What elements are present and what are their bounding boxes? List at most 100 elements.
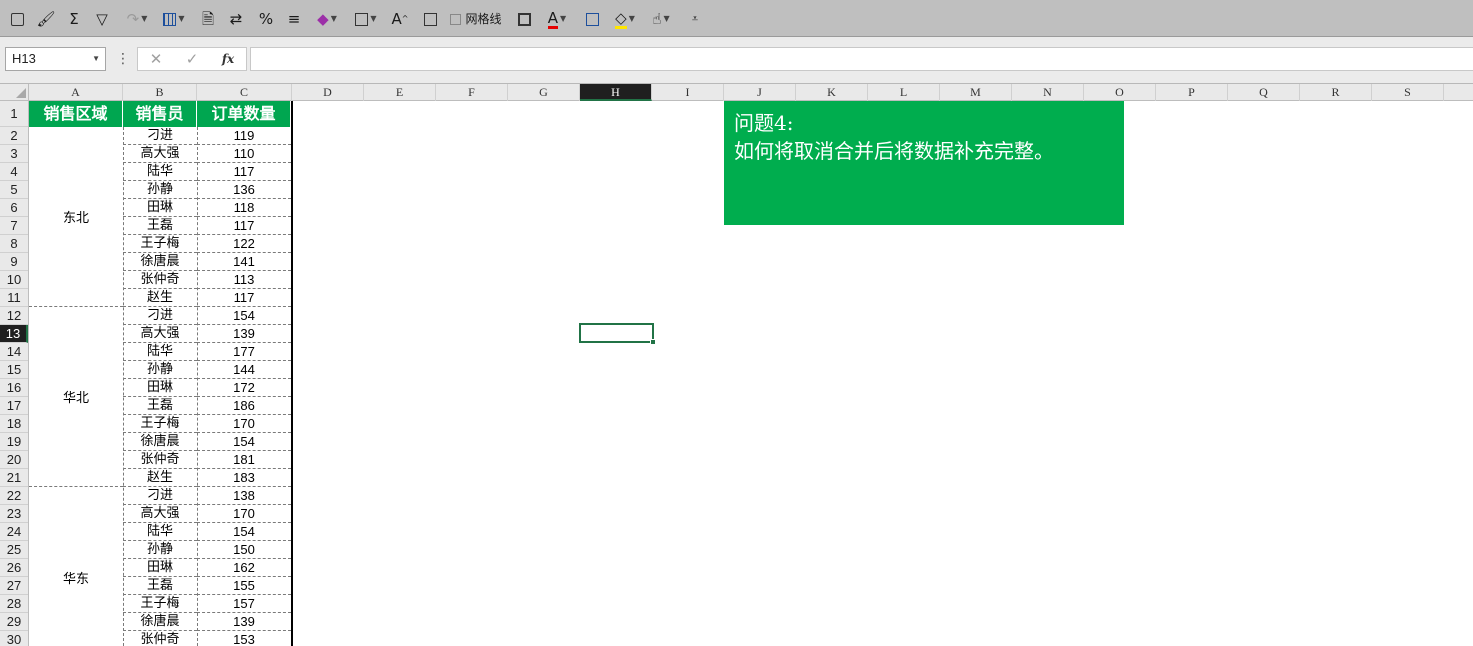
row-header-17[interactable]: 17 xyxy=(0,397,28,415)
order-count-cell[interactable]: 117 xyxy=(197,289,291,307)
order-count-cell[interactable]: 113 xyxy=(197,271,291,289)
filter-icon[interactable]: ▽ xyxy=(92,9,112,29)
row-header-11[interactable]: 11 xyxy=(0,289,28,307)
row-header-28[interactable]: 28 xyxy=(0,595,28,613)
salesperson-cell[interactable]: 高大强 xyxy=(123,325,197,343)
salesperson-cell[interactable]: 王子梅 xyxy=(123,595,197,613)
order-count-cell[interactable]: 154 xyxy=(197,433,291,451)
column-header-g[interactable]: G xyxy=(508,84,580,101)
row-header-2[interactable]: 2 xyxy=(0,127,28,145)
order-count-cell[interactable]: 136 xyxy=(197,181,291,199)
select-all-button[interactable] xyxy=(0,84,29,101)
order-count-cell[interactable]: 172 xyxy=(197,379,291,397)
sum-icon[interactable]: Σ xyxy=(64,9,84,29)
salesperson-cell[interactable]: 田琳 xyxy=(123,199,197,217)
order-count-cell[interactable]: 117 xyxy=(197,217,291,235)
name-box[interactable]: H13 ▼ xyxy=(5,47,106,71)
column-header-b[interactable]: B xyxy=(123,84,197,101)
salesperson-cell[interactable]: 王子梅 xyxy=(123,235,197,253)
borders-icon[interactable]: ▼ xyxy=(158,9,190,29)
order-count-cell[interactable]: 118 xyxy=(197,199,291,217)
row-header-14[interactable]: 14 xyxy=(0,343,28,361)
gridlines-toggle[interactable]: 网格线 xyxy=(446,9,506,29)
column-header-h[interactable]: H xyxy=(580,84,652,101)
salesperson-cell[interactable]: 孙静 xyxy=(123,361,197,379)
cell-border-icon[interactable] xyxy=(514,9,534,29)
order-count-cell[interactable]: 153 xyxy=(197,631,291,646)
cell-area[interactable]: 销售区域 销售员 订单数量 东北 华北 华东 刁进 119 高大强 110 陆华 117 孙… xyxy=(29,101,1473,646)
region-cell-east[interactable]: 华东 xyxy=(29,487,123,646)
row-header-16[interactable]: 16 xyxy=(0,379,28,397)
column-header-j[interactable]: J xyxy=(724,84,796,101)
row-header-13[interactable]: 13 xyxy=(0,325,28,343)
salesperson-cell[interactable]: 张仲奇 xyxy=(123,631,197,646)
fill-color-icon[interactable]: ◇ ▼ xyxy=(610,9,640,29)
order-count-cell[interactable]: 122 xyxy=(197,235,291,253)
row-header-21[interactable]: 21 xyxy=(0,469,28,487)
row-header-5[interactable]: 5 xyxy=(0,181,28,199)
salesperson-cell[interactable]: 赵生 xyxy=(123,469,197,487)
region-cell-north[interactable]: 华北 xyxy=(29,307,123,487)
salesperson-cell[interactable]: 高大强 xyxy=(123,505,197,523)
order-count-cell[interactable]: 139 xyxy=(197,613,291,631)
order-count-cell[interactable]: 181 xyxy=(197,451,291,469)
row-header-6[interactable]: 6 xyxy=(0,199,28,217)
column-header-q[interactable]: Q xyxy=(1228,84,1300,101)
region-cell-northeast[interactable]: 东北 xyxy=(29,127,123,307)
salesperson-cell[interactable]: 赵生 xyxy=(123,289,197,307)
header-cell-region[interactable]: 销售区域 xyxy=(29,101,123,127)
order-count-cell[interactable]: 139 xyxy=(197,325,291,343)
column-header-o[interactable]: O xyxy=(1084,84,1156,101)
row-header-22[interactable]: 22 xyxy=(0,487,28,505)
align-icon[interactable]: ≡ xyxy=(284,9,304,29)
salesperson-cell[interactable]: 徐唐晨 xyxy=(123,433,197,451)
fill-down-icon[interactable]: ▼ xyxy=(350,9,382,29)
column-header-k[interactable]: K xyxy=(796,84,868,101)
order-count-cell[interactable]: 144 xyxy=(197,361,291,379)
column-header-e[interactable]: E xyxy=(364,84,436,101)
column-header-r[interactable]: R xyxy=(1300,84,1372,101)
touch-mode-icon[interactable]: ☝ ▼ xyxy=(646,9,676,29)
column-header-d[interactable]: D xyxy=(292,84,364,101)
salesperson-cell[interactable]: 陆华 xyxy=(123,343,197,361)
row-header-15[interactable]: 15 xyxy=(0,361,28,379)
salesperson-cell[interactable]: 高大强 xyxy=(123,145,197,163)
formula-input[interactable] xyxy=(250,47,1473,71)
eraser-icon[interactable]: ◆ ▼ xyxy=(312,9,342,29)
order-count-cell[interactable]: 186 xyxy=(197,397,291,415)
header-cell-order-count[interactable]: 订单数量 xyxy=(197,101,291,127)
font-size-icon[interactable]: A ^ xyxy=(390,9,410,29)
order-count-cell[interactable]: 157 xyxy=(197,595,291,613)
salesperson-cell[interactable]: 王子梅 xyxy=(123,415,197,433)
order-count-cell[interactable]: 141 xyxy=(197,253,291,271)
font-color-icon[interactable]: A ▼ xyxy=(542,9,572,29)
row-header-7[interactable]: 7 xyxy=(0,217,28,235)
order-count-cell[interactable]: 110 xyxy=(197,145,291,163)
convert-icon[interactable]: ⇄ xyxy=(226,9,246,29)
row-header-25[interactable]: 25 xyxy=(0,541,28,559)
row-header-1[interactable]: 1 xyxy=(0,101,28,127)
row-header-19[interactable]: 19 xyxy=(0,433,28,451)
salesperson-cell[interactable]: 王磊 xyxy=(123,577,197,595)
order-count-cell[interactable]: 138 xyxy=(197,487,291,505)
column-header-n[interactable]: N xyxy=(1012,84,1084,101)
order-count-cell[interactable]: 155 xyxy=(197,577,291,595)
formula-bar-separator[interactable]: ⋮ xyxy=(116,50,130,68)
format-painter-icon[interactable]: 🖌 xyxy=(36,9,56,29)
order-count-cell[interactable]: 117 xyxy=(197,163,291,181)
order-count-cell[interactable]: 154 xyxy=(197,523,291,541)
salesperson-cell[interactable]: 刁进 xyxy=(123,307,197,325)
row-header-27[interactable]: 27 xyxy=(0,577,28,595)
salesperson-cell[interactable]: 张仲奇 xyxy=(123,271,197,289)
gridlines-checkbox[interactable] xyxy=(450,13,462,25)
column-header-f[interactable]: F xyxy=(436,84,508,101)
column-header-s[interactable]: S xyxy=(1372,84,1444,101)
order-count-cell[interactable]: 119 xyxy=(197,127,291,145)
row-header-23[interactable]: 23 xyxy=(0,505,28,523)
active-cell-cursor[interactable] xyxy=(579,323,656,345)
order-count-cell[interactable]: 150 xyxy=(197,541,291,559)
order-count-cell[interactable]: 170 xyxy=(197,415,291,433)
row-header-26[interactable]: 26 xyxy=(0,559,28,577)
cancel-icon[interactable]: ✕ xyxy=(141,48,171,70)
column-header-a[interactable]: A xyxy=(29,84,123,101)
